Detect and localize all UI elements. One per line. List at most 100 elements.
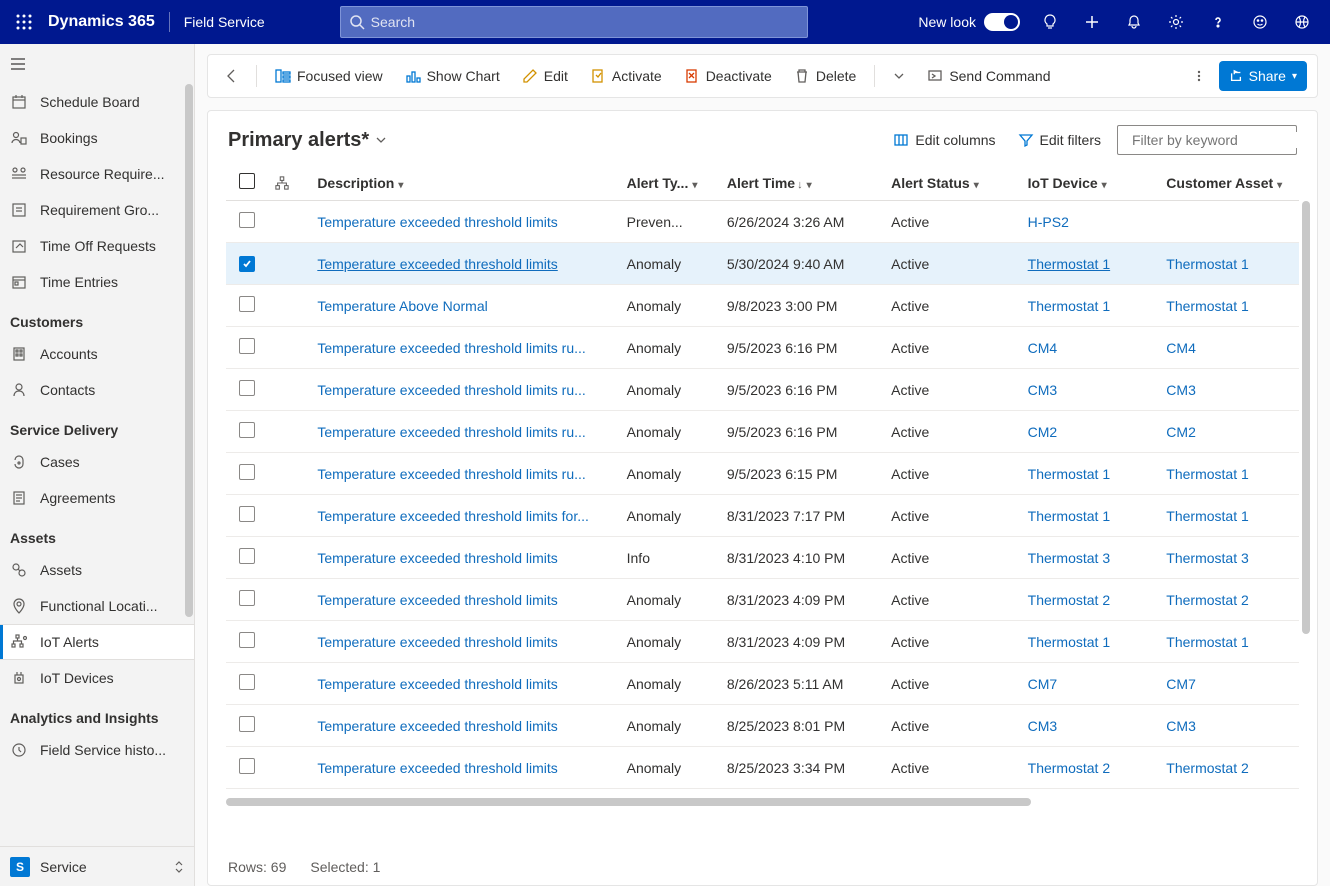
sidebar-item[interactable]: Contacts [0,372,194,408]
sidebar-item[interactable]: Bookings [0,120,194,156]
sidebar-item[interactable]: Cases [0,444,194,480]
sidebar-item[interactable]: Assets [0,552,194,588]
table-row[interactable]: Temperature exceeded threshold limits An… [226,579,1299,621]
description-link[interactable]: Temperature exceeded threshold limits ru… [317,424,585,440]
customer-asset-link[interactable]: Thermostat 3 [1166,550,1248,566]
table-row[interactable]: Temperature exceeded threshold limits ru… [226,369,1299,411]
table-row[interactable]: Temperature exceeded threshold limits fo… [226,495,1299,537]
iot-device-link[interactable]: Thermostat 1 [1028,256,1110,272]
activate-button[interactable]: Activate [582,61,670,91]
customer-asset-link[interactable]: Thermostat 1 [1166,508,1248,524]
iot-device-link[interactable]: CM7 [1028,676,1058,692]
sidebar-item[interactable]: IoT Devices [0,660,194,696]
customer-asset-link[interactable]: Thermostat 1 [1166,466,1248,482]
customer-asset-link[interactable]: CM2 [1166,424,1196,440]
sidebar-item[interactable]: Time Off Requests [0,228,194,264]
horizontal-scrollbar[interactable] [226,795,1299,809]
hierarchy-header[interactable] [269,165,312,201]
row-checkbox[interactable] [239,590,255,606]
description-link[interactable]: Temperature Above Normal [317,298,487,314]
edit-filters-button[interactable]: Edit filters [1012,128,1107,152]
table-row[interactable]: Temperature exceeded threshold limits An… [226,243,1299,285]
sidebar-item[interactable]: Time Entries [0,264,194,300]
row-checkbox[interactable] [239,256,255,272]
description-link[interactable]: Temperature exceeded threshold limits [317,550,557,566]
environment-icon[interactable] [1282,0,1322,44]
col-iot-device[interactable]: IoT Device▾ [1022,165,1161,201]
iot-device-link[interactable]: CM4 [1028,340,1058,356]
gear-icon[interactable] [1156,0,1196,44]
toggle-switch[interactable] [984,13,1020,31]
row-checkbox[interactable] [239,380,255,396]
row-checkbox[interactable] [239,506,255,522]
iot-device-link[interactable]: CM2 [1028,424,1058,440]
description-link[interactable]: Temperature exceeded threshold limits fo… [317,508,589,524]
plus-icon[interactable] [1072,0,1112,44]
area-switcher[interactable]: S Service [0,846,194,886]
new-look-toggle[interactable]: New look [918,13,1020,31]
sidebar-item[interactable]: Field Service histo... [0,732,194,768]
description-link[interactable]: Temperature exceeded threshold limits [317,634,557,650]
edit-button[interactable]: Edit [514,61,576,91]
table-row[interactable]: Temperature Above Normal Anomaly 9/8/202… [226,285,1299,327]
search-input[interactable] [371,14,799,30]
customer-asset-link[interactable]: Thermostat 2 [1166,760,1248,776]
sidebar-item[interactable]: Agreements [0,480,194,516]
keyword-filter[interactable] [1117,125,1297,155]
sidebar-item[interactable]: Schedule Board [0,84,194,120]
customer-asset-link[interactable]: CM4 [1166,340,1196,356]
smile-icon[interactable] [1240,0,1280,44]
row-checkbox[interactable] [239,464,255,480]
iot-device-link[interactable]: CM3 [1028,718,1058,734]
customer-asset-link[interactable]: CM3 [1166,382,1196,398]
customer-asset-link[interactable]: Thermostat 1 [1166,634,1248,650]
table-row[interactable]: Temperature exceeded threshold limits ru… [226,453,1299,495]
iot-device-link[interactable]: Thermostat 1 [1028,466,1110,482]
description-link[interactable]: Temperature exceeded threshold limits [317,592,557,608]
delete-button[interactable]: Delete [786,61,864,91]
bell-icon[interactable] [1114,0,1154,44]
sidebar-item[interactable]: Functional Locati... [0,588,194,624]
focused-view-button[interactable]: Focused view [267,61,391,91]
iot-device-link[interactable]: CM3 [1028,382,1058,398]
table-row[interactable]: Temperature exceeded threshold limits An… [226,621,1299,663]
col-alert-status[interactable]: Alert Status▾ [885,165,1022,201]
table-row[interactable]: Temperature exceeded threshold limits Pr… [226,201,1299,243]
send-command-button[interactable]: Send Command [919,61,1058,91]
iot-device-link[interactable]: Thermostat 1 [1028,634,1110,650]
show-chart-button[interactable]: Show Chart [397,61,508,91]
table-row[interactable]: Temperature exceeded threshold limits An… [226,705,1299,747]
table-row[interactable]: Temperature exceeded threshold limits An… [226,663,1299,705]
description-link[interactable]: Temperature exceeded threshold limits [317,760,557,776]
iot-device-link[interactable]: Thermostat 3 [1028,550,1110,566]
sidebar-scrollbar[interactable] [184,84,194,846]
help-icon[interactable] [1198,0,1238,44]
select-all-header[interactable] [226,165,269,201]
sidebar-item[interactable]: IoT Alerts [0,624,194,660]
sidebar-item[interactable]: Resource Require... [0,156,194,192]
row-checkbox[interactable] [239,758,255,774]
back-button[interactable] [218,62,246,90]
iot-device-link[interactable]: Thermostat 1 [1028,298,1110,314]
customer-asset-link[interactable]: CM7 [1166,676,1196,692]
row-checkbox[interactable] [239,296,255,312]
view-selector[interactable]: Primary alerts* [228,129,387,152]
col-description[interactable]: Description▾ [311,165,620,201]
checkbox-icon[interactable] [239,173,255,189]
description-link[interactable]: Temperature exceeded threshold limits ru… [317,382,585,398]
description-link[interactable]: Temperature exceeded threshold limits [317,676,557,692]
table-row[interactable]: Temperature exceeded threshold limits ru… [226,327,1299,369]
row-checkbox[interactable] [239,212,255,228]
customer-asset-link[interactable]: CM3 [1166,718,1196,734]
col-alert-type[interactable]: Alert Ty...▾ [621,165,721,201]
iot-device-link[interactable]: Thermostat 2 [1028,592,1110,608]
iot-device-link[interactable]: H-PS2 [1028,214,1069,230]
row-checkbox[interactable] [239,548,255,564]
row-checkbox[interactable] [239,338,255,354]
description-link[interactable]: Temperature exceeded threshold limits ru… [317,340,585,356]
vertical-scrollbar[interactable] [1301,201,1311,819]
app-name[interactable]: Field Service [184,14,265,30]
customer-asset-link[interactable]: Thermostat 2 [1166,592,1248,608]
share-button[interactable]: Share ▾ [1219,61,1307,91]
sidebar-item[interactable]: Requirement Gro... [0,192,194,228]
